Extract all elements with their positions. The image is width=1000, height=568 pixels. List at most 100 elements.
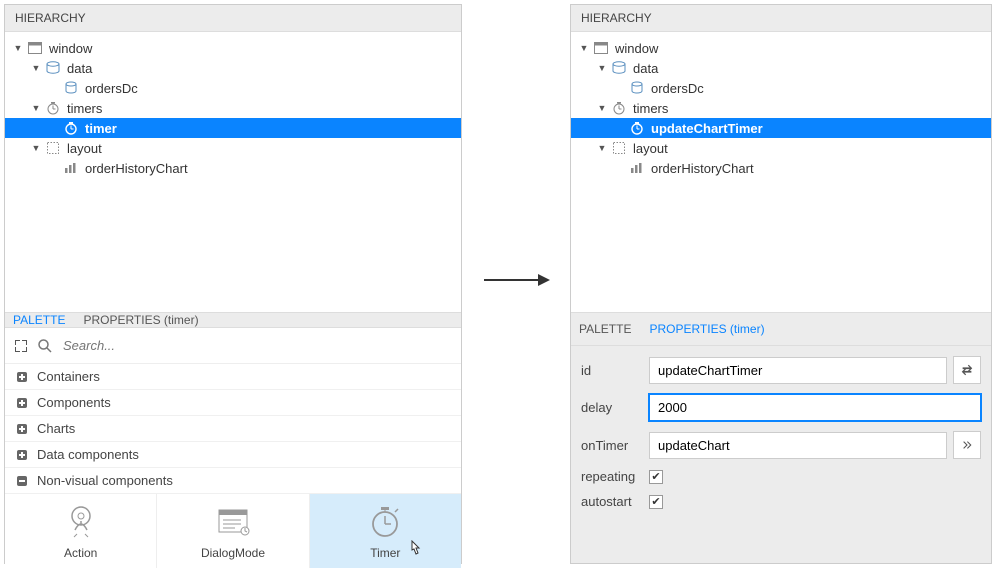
prop-row-repeating: repeating ✔ <box>581 469 981 484</box>
tree-row-data[interactable]: ▼ data <box>571 58 991 78</box>
prop-row-delay: delay <box>581 394 981 421</box>
timer-icon <box>629 120 645 136</box>
tab-palette[interactable]: PALETTE <box>579 322 631 336</box>
chart-icon <box>63 160 79 176</box>
category-non-visual-components[interactable]: Non-visual components <box>5 468 461 494</box>
category-data-components[interactable]: Data components <box>5 442 461 468</box>
prop-label-repeating: repeating <box>581 469 643 484</box>
tree-label: data <box>631 61 658 76</box>
category-label: Data components <box>37 447 139 462</box>
tree-label: timers <box>631 101 668 116</box>
category-components[interactable]: Components <box>5 390 461 416</box>
layout-icon <box>611 140 627 156</box>
plus-icon <box>15 448 29 462</box>
tree-row-timer[interactable]: timer <box>5 118 461 138</box>
swap-icon <box>960 363 974 377</box>
tree-row-timers[interactable]: ▼ timers <box>571 98 991 118</box>
id-input[interactable] <box>649 357 947 384</box>
tree-label: updateChartTimer <box>649 121 763 136</box>
caret-icon[interactable]: ▼ <box>579 43 589 53</box>
prop-label-id: id <box>581 363 643 378</box>
tree-row-data[interactable]: ▼ data <box>5 58 461 78</box>
properties-body: id delay onTimer repeating ✔ autostart ✔ <box>571 346 991 563</box>
palette-item-label: Action <box>64 546 97 560</box>
tab-properties[interactable]: PROPERTIES (timer) <box>649 322 764 336</box>
layout-icon <box>45 140 61 156</box>
palette-search-row <box>5 328 461 364</box>
repeating-checkbox[interactable]: ✔ <box>649 470 663 484</box>
plus-icon <box>15 422 29 436</box>
caret-icon[interactable]: ▼ <box>597 143 607 153</box>
data-icon <box>45 60 61 76</box>
tree-label: data <box>65 61 92 76</box>
tree-label: window <box>613 41 658 56</box>
plus-icon <box>15 370 29 384</box>
dialogmode-icon <box>213 504 253 540</box>
category-label: Containers <box>37 369 100 384</box>
category-containers[interactable]: Containers <box>5 364 461 390</box>
hierarchy-header: HIERARCHY <box>571 5 991 32</box>
right-panel: HIERARCHY ▼ window ▼ data ordersDc ▼ timers upd… <box>570 4 992 564</box>
autostart-checkbox[interactable]: ✔ <box>649 495 663 509</box>
tree-row-updateChartTimer[interactable]: updateChartTimer <box>571 118 991 138</box>
expand-icon[interactable] <box>13 338 29 354</box>
search-input[interactable] <box>61 334 453 357</box>
hierarchy-tree-left: ▼window▼dataordersDc▼timerstimer▼layouto… <box>5 32 461 312</box>
palette-item-dialogmode[interactable]: DialogMode <box>157 494 309 568</box>
lower-tabs-left: PALETTE PROPERTIES (timer) <box>5 312 461 328</box>
transition-arrow-icon <box>482 270 550 290</box>
swap-button[interactable] <box>953 356 981 384</box>
tree-row-layout[interactable]: ▼layout <box>5 138 461 158</box>
caret-icon[interactable]: ▼ <box>597 63 607 73</box>
prop-row-id: id <box>581 356 981 384</box>
data-icon <box>611 60 627 76</box>
prop-label-autostart: autostart <box>581 494 643 509</box>
expand-icon-svg <box>13 338 29 354</box>
search-icon <box>37 338 53 354</box>
category-charts[interactable]: Charts <box>5 416 461 442</box>
window-icon <box>27 40 43 56</box>
palette-body: Containers Components Charts Data component… <box>5 328 461 568</box>
palette-item-action[interactable]: Action <box>5 494 157 568</box>
left-panel: HIERARCHY ▼window▼dataordersDc▼timerstim… <box>4 4 462 564</box>
prop-label-ontimer: onTimer <box>581 438 643 453</box>
caret-icon[interactable]: ▼ <box>31 143 41 153</box>
palette-categories: Containers Components Charts Data component… <box>5 364 461 494</box>
tree-label: ordersDc <box>83 81 138 96</box>
tab-palette[interactable]: PALETTE <box>13 313 65 327</box>
action-icon <box>61 504 101 540</box>
caret-icon[interactable]: ▼ <box>31 63 41 73</box>
caret-icon[interactable]: ▼ <box>31 103 41 113</box>
tree-label: orderHistoryChart <box>83 161 188 176</box>
category-label: Components <box>37 395 111 410</box>
ontimer-input[interactable] <box>649 432 947 459</box>
tree-row-ordersDc[interactable]: ordersDc <box>5 78 461 98</box>
tree-row-layout[interactable]: ▼layout <box>571 138 991 158</box>
palette-item-label: Timer <box>370 546 400 560</box>
goto-button[interactable] <box>953 431 981 459</box>
minus-icon <box>15 474 29 488</box>
tree-row-orderHistoryChart[interactable]: orderHistoryChart <box>571 158 991 178</box>
datasource-icon <box>629 80 645 96</box>
tree-label: timers <box>65 101 102 116</box>
tree-row-window[interactable]: ▼window <box>5 38 461 58</box>
tree-row-orderHistoryChart[interactable]: orderHistoryChart <box>5 158 461 178</box>
tree-label: timer <box>83 121 117 136</box>
cursor-icon <box>407 540 423 556</box>
tree-row-window[interactable]: ▼ window <box>571 38 991 58</box>
tree-label: ordersDc <box>649 81 704 96</box>
tree-row-timers[interactable]: ▼ timers <box>5 98 461 118</box>
plus-icon <box>15 396 29 410</box>
prop-label-delay: delay <box>581 400 643 415</box>
prop-row-ontimer: onTimer <box>581 431 981 459</box>
category-label: Non-visual components <box>37 473 173 488</box>
caret-icon[interactable]: ▼ <box>13 43 23 53</box>
prop-row-autostart: autostart ✔ <box>581 494 981 509</box>
palette-items: Action DialogMode Timer <box>5 494 461 568</box>
delay-input[interactable] <box>649 394 981 421</box>
palette-item-timer[interactable]: Timer <box>310 494 461 568</box>
tab-properties[interactable]: PROPERTIES (timer) <box>83 313 198 327</box>
hierarchy-header: HIERARCHY <box>5 5 461 32</box>
caret-icon[interactable]: ▼ <box>597 103 607 113</box>
tree-row-ordersDc[interactable]: ordersDc <box>571 78 991 98</box>
